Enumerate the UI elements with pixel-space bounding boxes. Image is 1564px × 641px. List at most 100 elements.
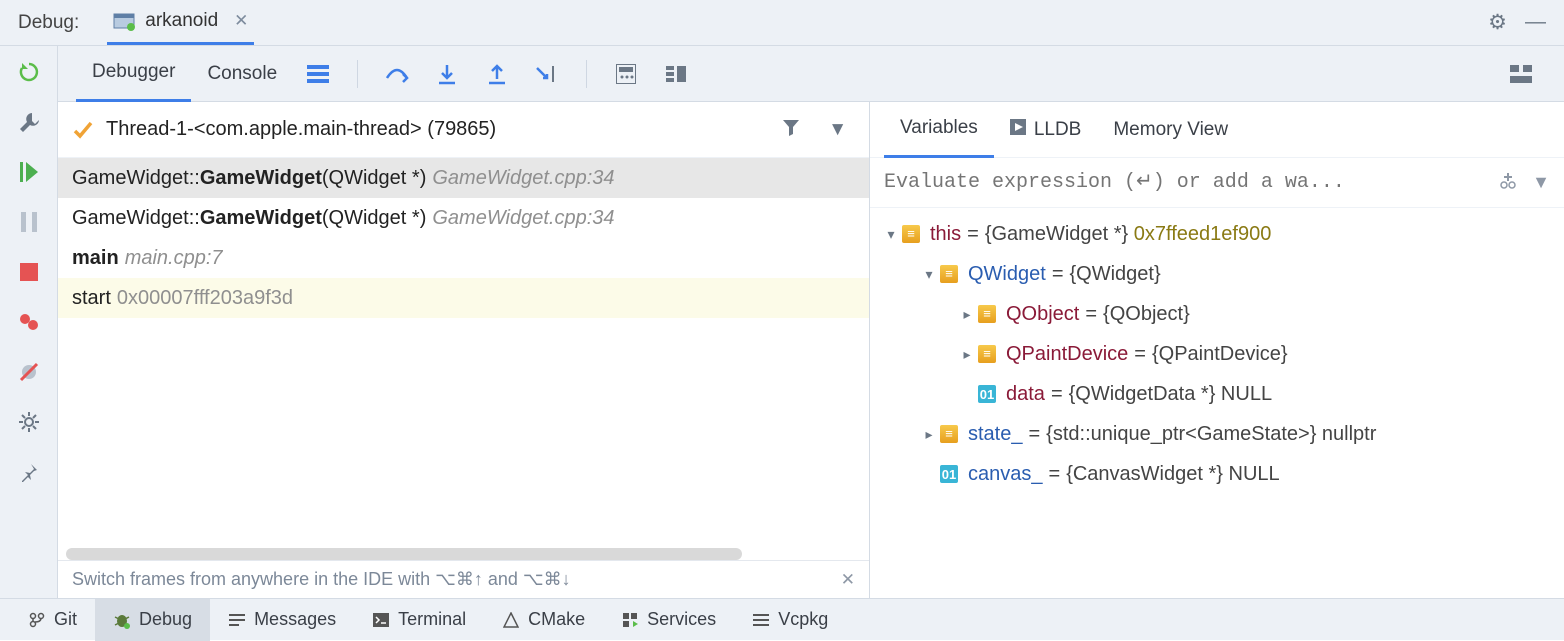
settings-icon[interactable]: ⚙ bbox=[1488, 10, 1507, 35]
layout-icon[interactable] bbox=[1508, 61, 1534, 87]
tool-label: Messages bbox=[254, 609, 336, 630]
var-name: QObject bbox=[1006, 303, 1079, 326]
tool-services[interactable]: Services bbox=[603, 599, 734, 641]
var-value: {QObject} bbox=[1103, 303, 1190, 326]
variables-tree[interactable]: ▾ this= {GameWidget *} 0x7ffeed1ef900 ▾ … bbox=[870, 208, 1564, 598]
hint-close-icon[interactable]: ✕ bbox=[841, 570, 855, 590]
struct-icon bbox=[978, 345, 996, 363]
collapse-icon[interactable]: ▾ bbox=[918, 266, 940, 283]
tab-lldb[interactable]: LLDB bbox=[994, 102, 1098, 158]
var-value: {std::unique_ptr<GameState>} nullptr bbox=[1046, 423, 1376, 446]
tool-label: Git bbox=[54, 609, 77, 630]
tool-git[interactable]: Git bbox=[10, 599, 95, 641]
var-node-this[interactable]: ▾ this= {GameWidget *} 0x7ffeed1ef900 bbox=[870, 214, 1564, 254]
bug-icon bbox=[113, 611, 131, 629]
collapse-icon[interactable]: ▾ bbox=[880, 226, 902, 243]
debug-settings-icon[interactable] bbox=[17, 410, 41, 434]
services-icon bbox=[621, 611, 639, 629]
stop-icon[interactable] bbox=[17, 260, 41, 284]
pause-icon[interactable] bbox=[17, 210, 41, 234]
rerun-icon[interactable] bbox=[17, 60, 41, 84]
expand-icon[interactable]: ▸ bbox=[918, 426, 940, 443]
frames-hint: Switch frames from anywhere in the IDE w… bbox=[58, 560, 869, 598]
wrench-icon[interactable] bbox=[17, 110, 41, 134]
var-node-qpaintdevice[interactable]: ▸ QPaintDevice={QPaintDevice} bbox=[870, 334, 1564, 374]
var-node-qobject[interactable]: ▸ QObject={QObject} bbox=[870, 294, 1564, 334]
tool-debug[interactable]: Debug bbox=[95, 599, 210, 641]
frame-sig: (QWidget *) bbox=[322, 167, 426, 190]
tab-variables[interactable]: Variables bbox=[884, 102, 994, 158]
variables-pane: Variables LLDB Memory View ▼ ▾ bbox=[870, 102, 1564, 598]
frame-address: 0x00007fff203a9f3d bbox=[117, 287, 293, 310]
tool-vcpkg[interactable]: Vcpkg bbox=[734, 599, 846, 641]
frame-class: GameWidget:: bbox=[72, 207, 200, 230]
primitive-icon: 01 bbox=[978, 385, 996, 403]
breakpoints-icon[interactable] bbox=[17, 310, 41, 334]
variables-tabs: Variables LLDB Memory View bbox=[870, 102, 1564, 158]
step-out-icon[interactable] bbox=[484, 61, 510, 87]
run-to-cursor-icon[interactable] bbox=[534, 61, 560, 87]
show-frames-icon[interactable] bbox=[305, 61, 331, 87]
tab-debugger[interactable]: Debugger bbox=[76, 46, 191, 102]
thread-checkmark-icon bbox=[72, 119, 94, 141]
evaluate-input[interactable] bbox=[884, 171, 1484, 194]
tool-label: CMake bbox=[528, 609, 585, 630]
var-name: QPaintDevice bbox=[1006, 343, 1128, 366]
thread-selector[interactable]: Thread-1-<com.apple.main-thread> (79865)… bbox=[58, 102, 869, 158]
app-window-icon bbox=[113, 11, 135, 31]
frames-pane: Thread-1-<com.apple.main-thread> (79865)… bbox=[58, 102, 870, 598]
var-value: {QWidgetData *} NULL bbox=[1069, 383, 1272, 406]
hint-text: Switch frames from anywhere in the IDE w… bbox=[72, 569, 571, 590]
var-node-qwidget[interactable]: ▾ QWidget={QWidget} bbox=[870, 254, 1564, 294]
tool-label: Debug bbox=[139, 609, 192, 630]
thread-dropdown-icon[interactable]: ▼ bbox=[820, 119, 855, 141]
run-config-name: arkanoid bbox=[145, 10, 218, 32]
var-name: state_ bbox=[968, 423, 1022, 446]
close-run-tab-icon[interactable]: ✕ bbox=[234, 11, 248, 31]
tool-terminal[interactable]: Terminal bbox=[354, 599, 484, 641]
expand-icon[interactable]: ▸ bbox=[956, 306, 978, 323]
eval-dropdown-icon[interactable]: ▼ bbox=[1532, 172, 1550, 193]
var-value: {CanvasWidget *} NULL bbox=[1066, 463, 1279, 486]
var-value: {QWidget} bbox=[1070, 263, 1161, 286]
tab-memory-view[interactable]: Memory View bbox=[1097, 102, 1244, 158]
var-name: data bbox=[1006, 383, 1045, 406]
frame-row[interactable]: mainmain.cpp:7 bbox=[58, 238, 869, 278]
minimize-icon[interactable]: — bbox=[1525, 10, 1546, 35]
frame-location: GameWidget.cpp:34 bbox=[432, 167, 614, 190]
frame-location: main.cpp:7 bbox=[125, 247, 223, 270]
terminal-icon bbox=[372, 611, 390, 629]
step-into-icon[interactable] bbox=[434, 61, 460, 87]
tool-messages[interactable]: Messages bbox=[210, 599, 354, 641]
pin-icon[interactable] bbox=[17, 460, 41, 484]
frames-list[interactable]: GameWidget::GameWidget(QWidget *) GameWid… bbox=[58, 158, 869, 544]
var-node-data[interactable]: 01 data={QWidgetData *} NULL bbox=[870, 374, 1564, 414]
filter-icon[interactable] bbox=[774, 118, 808, 142]
mute-breakpoints-icon[interactable] bbox=[17, 360, 41, 384]
tool-cmake[interactable]: CMake bbox=[484, 599, 603, 641]
frame-sig: (QWidget *) bbox=[322, 207, 426, 230]
tool-label: Vcpkg bbox=[778, 609, 828, 630]
cmake-icon bbox=[502, 611, 520, 629]
frame-row[interactable]: GameWidget::GameWidget(QWidget *)GameWid… bbox=[58, 198, 869, 238]
evaluate-icon[interactable] bbox=[613, 61, 639, 87]
tab-console[interactable]: Console bbox=[191, 46, 293, 102]
struct-icon bbox=[978, 305, 996, 323]
debug-side-toolbar bbox=[0, 46, 58, 598]
git-branch-icon bbox=[28, 611, 46, 629]
frame-method: GameWidget bbox=[200, 207, 322, 230]
var-value: {QPaintDevice} bbox=[1152, 343, 1288, 366]
var-node-canvas[interactable]: 01 canvas_={CanvasWidget *} NULL bbox=[870, 454, 1564, 494]
expand-icon[interactable]: ▸ bbox=[956, 346, 978, 363]
trace-icon[interactable] bbox=[663, 61, 689, 87]
thread-name: Thread-1-<com.apple.main-thread> (79865) bbox=[106, 118, 762, 141]
frame-row[interactable]: GameWidget::GameWidget(QWidget *)GameWid… bbox=[58, 158, 869, 198]
frame-row[interactable]: start 0x00007fff203a9f3d bbox=[58, 278, 869, 318]
frame-class: start bbox=[72, 287, 111, 310]
step-over-icon[interactable] bbox=[384, 61, 410, 87]
resume-icon[interactable] bbox=[17, 160, 41, 184]
var-node-state[interactable]: ▸ state_={std::unique_ptr<GameState>} nu… bbox=[870, 414, 1564, 454]
add-watch-icon[interactable] bbox=[1498, 170, 1518, 195]
run-config-tab[interactable]: arkanoid ✕ bbox=[107, 1, 254, 45]
frames-hscrollbar[interactable] bbox=[66, 548, 861, 560]
